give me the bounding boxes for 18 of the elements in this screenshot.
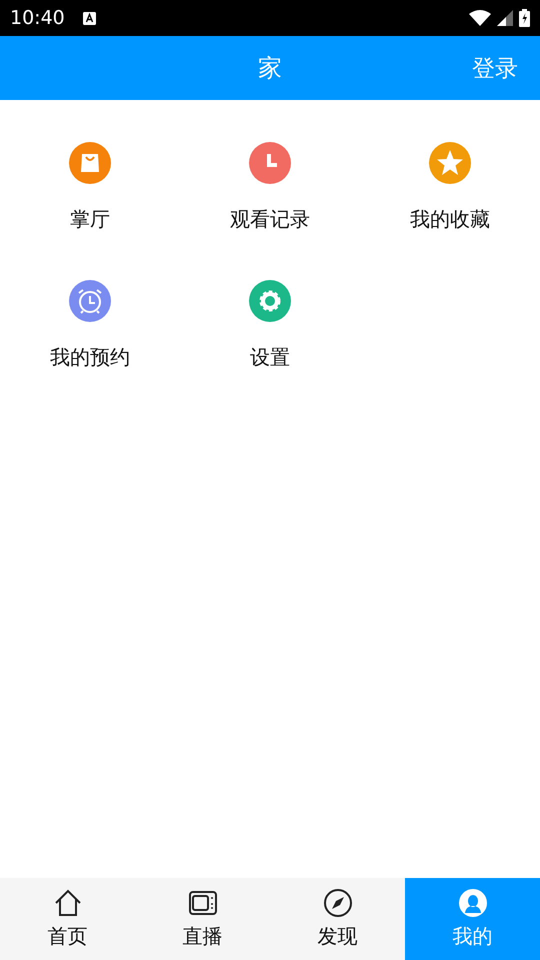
keyboard-icon <box>82 12 96 24</box>
menu-item[interactable]: 设置 <box>180 280 360 371</box>
battery-icon <box>519 9 530 27</box>
status-time: 10:40 <box>10 7 65 29</box>
nav-tab[interactable]: 首页 <box>0 878 135 960</box>
menu-item[interactable]: 掌厅 <box>0 142 180 233</box>
home-icon <box>52 888 82 918</box>
user-icon <box>458 888 488 918</box>
wifi-icon <box>469 10 491 26</box>
header-title: 家 <box>258 53 282 84</box>
compass-icon <box>322 888 352 918</box>
menu-item[interactable]: 我的预约 <box>0 280 180 371</box>
nav-tab[interactable]: 发现 <box>270 878 405 960</box>
signal-icon <box>497 10 513 26</box>
menu-item[interactable]: 我的收藏 <box>360 142 540 233</box>
nav-tab[interactable]: 直播 <box>135 878 270 960</box>
tv-icon <box>188 888 218 918</box>
menu-item[interactable]: 观看记录 <box>180 142 360 233</box>
